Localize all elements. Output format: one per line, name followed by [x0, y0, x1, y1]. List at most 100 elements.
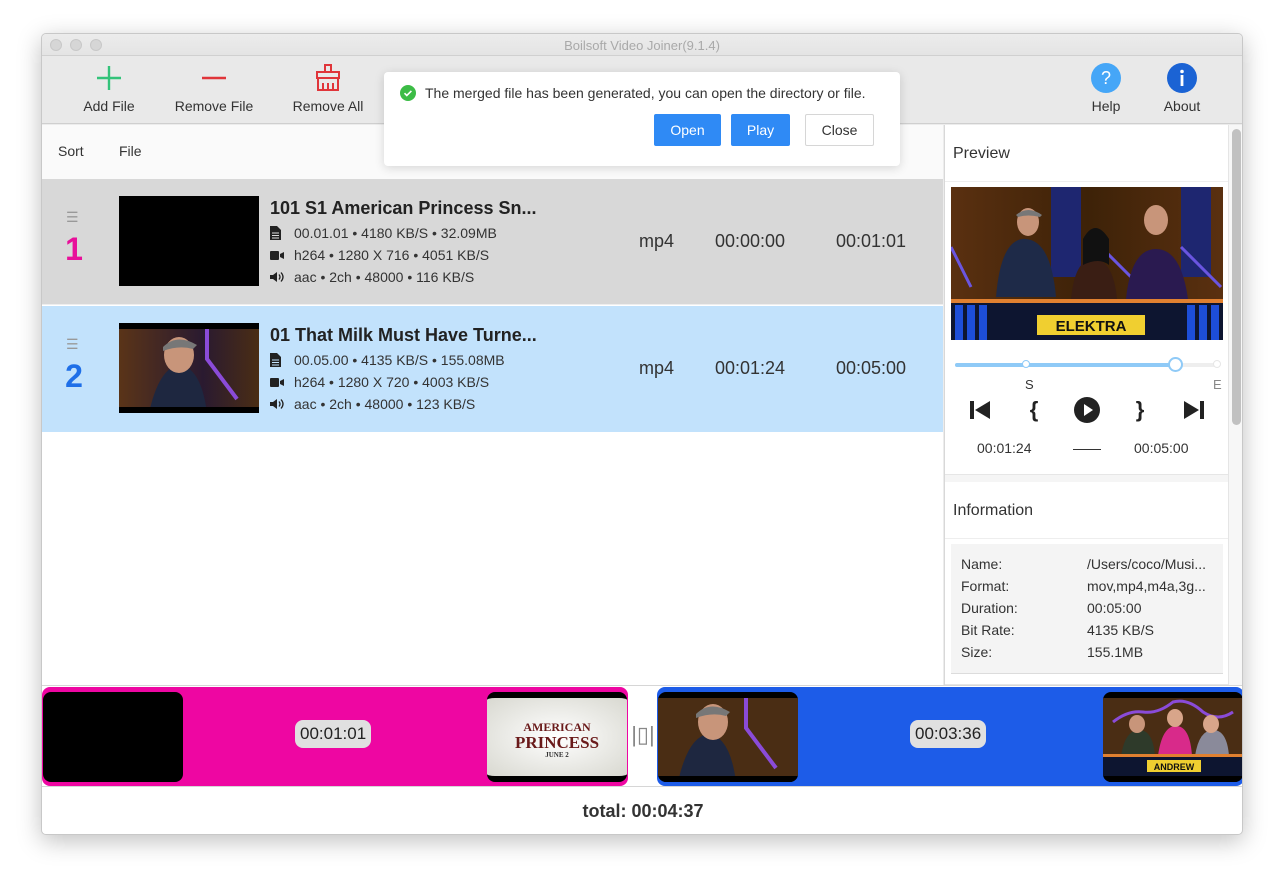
audio-info-line: aac • 2ch • 48000 • 116 KB/S: [270, 269, 474, 285]
info-icon: [1158, 62, 1206, 94]
timeline-segment-1[interactable]: 00:01:01 AMERICAN PRINCESS JUNE 2: [42, 687, 628, 786]
about-button[interactable]: About: [1158, 62, 1206, 114]
start-time-cell: 00:00:00: [715, 231, 786, 251]
file-name: 01 That Milk Must Have Turne...: [270, 325, 537, 345]
preview-card: Preview ELEKTRA S E {} 00:01:24 00:05:0…: [945, 125, 1229, 475]
sort-column-header[interactable]: Sort: [58, 143, 84, 159]
file-column-header[interactable]: File: [119, 143, 142, 159]
start-marker-label: S: [1025, 377, 1034, 392]
set-start-bracket-icon[interactable]: {: [1023, 397, 1045, 422]
notification-message: The merged file has been generated, you …: [400, 85, 866, 101]
merge-complete-notification: The merged file has been generated, you …: [384, 72, 900, 166]
info-value: 155.1MB: [1087, 644, 1144, 660]
file-info-text: 00.01.01 • 4180 KB/S • 32.09MB: [294, 225, 497, 241]
play-button[interactable]: Play: [731, 114, 790, 146]
file-list: Sort File ☰ 1 101 S1 American Princess S…: [42, 125, 943, 685]
info-key: Size:: [961, 644, 993, 660]
video-info-text: h264 • 1280 X 720 • 4003 KB/S: [294, 374, 490, 390]
thumb-caption-text: ANDREW: [1154, 762, 1195, 772]
skip-forward-icon[interactable]: [1183, 399, 1205, 421]
timeline: 00:01:01 AMERICAN PRINCESS JUNE 2 |▯| 00…: [42, 685, 1242, 786]
video-info-line: h264 • 1280 X 720 • 4003 KB/S: [270, 374, 489, 390]
trim-slider[interactable]: [955, 357, 1221, 372]
current-time: 00:01:24: [977, 440, 1032, 456]
play-icon[interactable]: [1073, 396, 1101, 424]
success-check-icon: [400, 85, 416, 101]
drag-handle-icon[interactable]: ☰: [66, 336, 80, 353]
split-handle-icon[interactable]: |▯|: [630, 720, 656, 750]
file-row[interactable]: ☰ 1 101 S1 American Princess Sn... 00.01…: [42, 179, 943, 305]
playhead-handle[interactable]: [1168, 357, 1184, 372]
time-separator: [1073, 449, 1101, 450]
info-value: /Users/coco/Musi...: [1087, 556, 1207, 572]
slider-fill: [955, 363, 1176, 367]
speaker-icon: [270, 271, 294, 283]
info-value: mov,mp4,m4a,3g...: [1087, 578, 1206, 594]
video-info-line: h264 • 1280 X 716 • 4051 KB/S: [270, 247, 489, 263]
remove-file-button[interactable]: Remove File: [174, 62, 254, 114]
plus-icon: [82, 62, 136, 94]
drag-handle-icon[interactable]: ☰: [66, 209, 80, 226]
title-bar: Boilsoft Video Joiner(9.1.4): [42, 34, 1242, 56]
format-cell: mp4: [639, 358, 675, 378]
start-time-cell: 00:01:24: [715, 358, 786, 378]
document-icon: [270, 353, 294, 367]
document-icon: [270, 226, 294, 240]
info-key: Bit Rate:: [961, 622, 1015, 638]
file-row-selected[interactable]: ☰ 2 01 That Milk Must Have Turne... 00.0…: [42, 306, 943, 432]
information-table: Name: /Users/coco/Musi... Format: mov,mp4,…: [951, 544, 1223, 674]
information-title: Information: [945, 482, 1229, 539]
preview-title: Preview: [945, 125, 1229, 182]
video-thumbnail: [119, 323, 259, 413]
remove-all-label: Remove All: [292, 98, 364, 114]
minus-icon: [174, 62, 254, 94]
preview-video[interactable]: ELEKTRA: [951, 187, 1223, 340]
about-label: About: [1163, 98, 1201, 114]
information-card: Information Name: /Users/coco/Musi... For…: [945, 482, 1229, 685]
speaker-icon: [270, 398, 294, 410]
end-time-cell: 00:01:01: [836, 231, 907, 251]
help-icon: ?: [1086, 62, 1126, 94]
info-value: 4135 KB/S: [1087, 622, 1154, 638]
window-title: Boilsoft Video Joiner(9.1.4): [564, 38, 720, 53]
svg-text:?: ?: [1101, 68, 1111, 88]
file-info-text: 00.05.00 • 4135 KB/S • 155.08MB: [294, 352, 505, 368]
info-value: 00:05:00: [1087, 600, 1142, 616]
close-button[interactable]: Close: [805, 114, 874, 146]
skip-back-icon[interactable]: [969, 399, 991, 421]
segment-end-thumbnail: AMERICAN PRINCESS JUNE 2: [487, 692, 627, 782]
help-button[interactable]: ? Help: [1086, 62, 1126, 114]
help-label: Help: [1091, 98, 1121, 114]
file-info-line: 00.05.00 • 4135 KB/S • 155.08MB: [270, 352, 505, 368]
remove-all-button[interactable]: Remove All: [292, 62, 364, 114]
end-marker-label: E: [1213, 377, 1222, 392]
row-index: 2: [65, 358, 83, 394]
video-thumbnail: [119, 196, 259, 286]
segment-start-thumbnail: [658, 692, 798, 782]
audio-info-line: aac • 2ch • 48000 • 123 KB/S: [270, 396, 475, 412]
add-file-button[interactable]: Add File: [82, 62, 136, 114]
set-end-bracket-icon[interactable]: }: [1129, 397, 1151, 422]
video-info-text: h264 • 1280 X 716 • 4051 KB/S: [294, 247, 490, 263]
side-panel-scrollbar[interactable]: [1228, 125, 1242, 685]
info-key: Duration:: [961, 600, 1018, 616]
timeline-segment-2[interactable]: 00:03:36 ANDREW: [657, 687, 1242, 786]
end-marker-handle[interactable]: [1213, 360, 1221, 368]
segment-end-thumbnail: ANDREW: [1103, 692, 1242, 782]
preview-caption-text: ELEKTRA: [1056, 318, 1127, 335]
segment-duration: 00:01:01: [295, 720, 372, 748]
segment-start-thumbnail: [43, 692, 183, 782]
file-name: 101 S1 American Princess Sn...: [270, 198, 537, 218]
segment-duration: 00:03:36: [910, 720, 987, 748]
notification-text: The merged file has been generated, you …: [425, 85, 866, 101]
audio-info-text: aac • 2ch • 48000 • 123 KB/S: [294, 396, 476, 412]
open-button[interactable]: Open: [654, 114, 721, 146]
end-time-cell: 00:05:00: [836, 358, 907, 378]
broom-icon: [292, 62, 364, 94]
side-panel: Preview ELEKTRA S E {} 00:01:24 00:05:0…: [944, 125, 1229, 685]
thumb-title-line2: PRINCESS: [514, 733, 600, 752]
scrollbar-thumb[interactable]: [1232, 129, 1241, 425]
row-index: 1: [65, 231, 83, 267]
video-camera-icon: [270, 250, 294, 261]
end-time: 00:05:00: [1134, 440, 1189, 456]
